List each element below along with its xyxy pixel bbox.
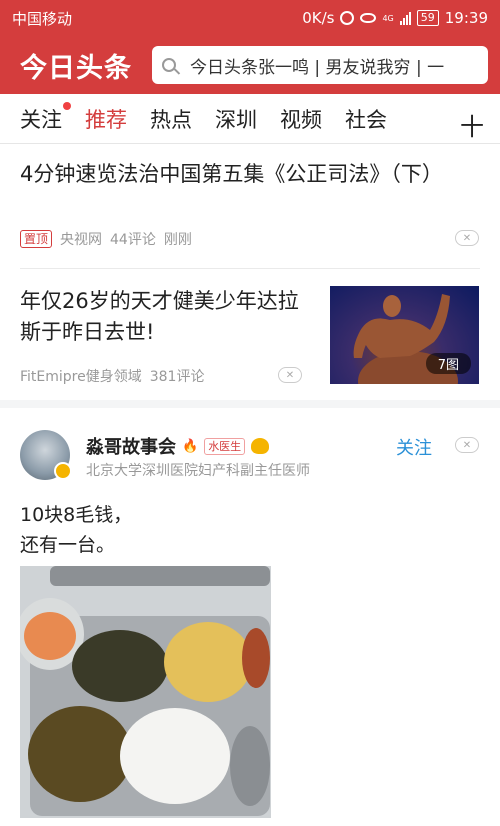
search-bar[interactable]: 今日头条张一鸣 | 男友说我穷 | 一: [152, 46, 488, 84]
add-channel-button[interactable]: 十: [460, 107, 484, 142]
article-meta: 置顶 央视网 44评论 刚刚: [20, 229, 192, 249]
app-header: 今日头条 今日头条张一鸣 | 男友说我穷 | 一: [0, 36, 500, 94]
tab-fade: [434, 102, 456, 136]
article-source: 央视网: [60, 232, 103, 248]
close-icon[interactable]: ✕: [455, 437, 479, 453]
status-icons: 0K/s 4G 59 19:39: [302, 9, 488, 27]
network-type: 4G: [382, 13, 394, 23]
tab-label: 社会: [345, 107, 387, 132]
tab-society[interactable]: 社会: [345, 104, 387, 134]
follow-button[interactable]: 关注: [396, 434, 432, 460]
signal-icon: [399, 11, 411, 25]
publish-time: 刚刚: [163, 232, 192, 248]
tab-label: 深圳: [215, 107, 257, 132]
article-source: FitEmipre健身领域: [20, 369, 142, 385]
tab-follow[interactable]: 关注: [20, 101, 71, 134]
author-subtitle: 北京大学深圳医院妇产科副主任医师: [86, 463, 310, 479]
alarm-icon: [340, 11, 355, 25]
tab-recommend[interactable]: 推荐: [85, 104, 127, 134]
tab-hot[interactable]: 热点: [150, 104, 192, 134]
fire-icon: 🔥: [182, 438, 199, 454]
author-tag: 水医生: [204, 437, 246, 455]
divider: [20, 268, 480, 269]
close-icon[interactable]: ✕: [455, 230, 479, 246]
tab-label: 推荐: [85, 107, 127, 132]
notification-dot: [63, 101, 71, 110]
app-logo: 今日头条: [20, 52, 132, 84]
battery-icon: 59: [416, 10, 439, 26]
tab-label: 热点: [150, 107, 192, 132]
article-thumbnail[interactable]: 7图: [330, 286, 479, 384]
post-text[interactable]: 10块8毛钱， 还有一台。: [20, 500, 132, 560]
search-text: 今日头条张一鸣 | 男友说我穷 | 一: [190, 57, 445, 78]
article-title[interactable]: 4分钟速览法治中国第五集《公正司法》（下）: [20, 158, 480, 190]
search-icon: [162, 58, 176, 72]
status-bar: 中国移动 0K/s 4G 59 19:39: [0, 0, 500, 36]
tab-video[interactable]: 视频: [280, 104, 322, 134]
pinned-badge: 置顶: [20, 230, 53, 248]
network-speed: 0K/s: [302, 9, 335, 27]
food-tray-image: [20, 566, 271, 818]
comment-count: 381评论: [149, 369, 205, 385]
author-line: 淼哥故事会 🔥 水医生: [86, 433, 270, 459]
heart-icon: [251, 438, 270, 454]
author-name[interactable]: 淼哥故事会: [86, 433, 176, 459]
carrier-label: 中国移动: [12, 9, 73, 28]
article-meta: FitEmipre健身领域 381评论: [20, 366, 204, 386]
channel-tabs: 关注 推荐 热点 深圳 视频 社会 十: [0, 94, 500, 144]
eye-icon: [360, 13, 377, 23]
tab-label: 关注: [20, 107, 62, 132]
close-icon[interactable]: ✕: [278, 367, 302, 383]
post-photo[interactable]: [20, 566, 271, 818]
article-title[interactable]: 年仅26岁的天才健美少年达拉斯于昨日去世!: [20, 286, 315, 348]
section-separator: [0, 400, 500, 408]
image-count-badge: 7图: [425, 353, 471, 374]
verified-badge-icon: [54, 462, 72, 480]
clock: 19:39: [444, 9, 488, 27]
tab-shenzhen[interactable]: 深圳: [215, 104, 257, 134]
comment-count: 44评论: [110, 232, 156, 248]
tab-label: 视频: [280, 107, 322, 132]
